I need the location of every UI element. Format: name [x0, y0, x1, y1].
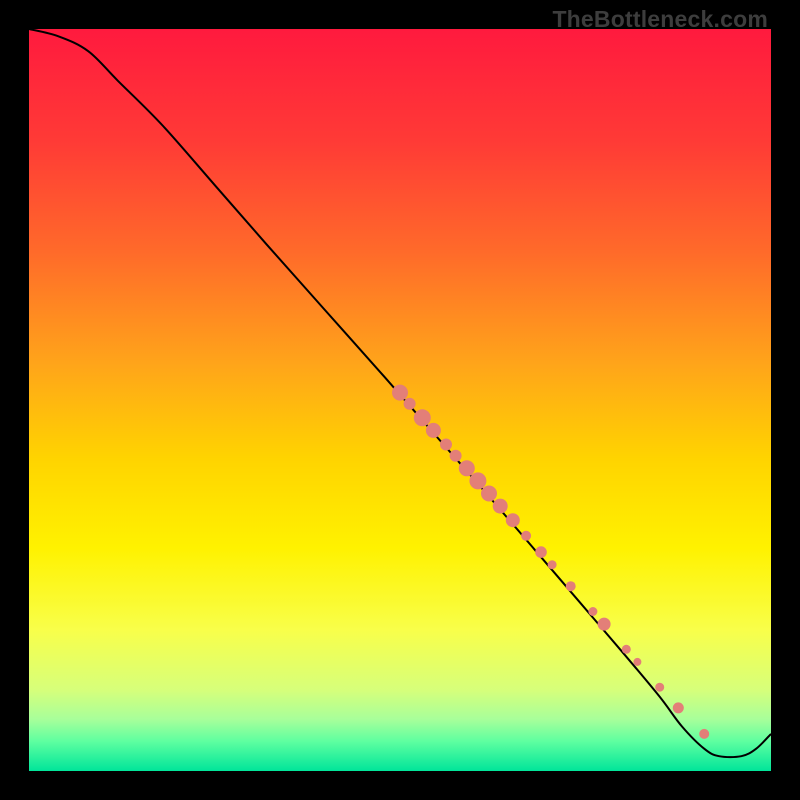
data-point	[521, 531, 531, 541]
data-point	[493, 499, 508, 514]
data-points-group	[392, 385, 709, 739]
data-point	[598, 618, 611, 631]
data-point	[481, 486, 497, 502]
data-point	[588, 607, 597, 616]
data-point	[566, 581, 576, 591]
data-point	[655, 683, 664, 692]
data-point	[404, 398, 416, 410]
data-point	[414, 409, 431, 426]
data-point	[622, 645, 631, 654]
data-point	[426, 423, 441, 438]
data-point	[548, 560, 557, 569]
data-point	[535, 546, 547, 558]
plot-area	[29, 29, 771, 771]
data-point	[392, 385, 408, 401]
outer-frame: TheBottleneck.com	[0, 0, 800, 800]
data-point	[440, 439, 452, 451]
data-point	[633, 658, 641, 666]
data-point	[506, 513, 520, 527]
data-point	[450, 450, 462, 462]
data-point	[699, 729, 709, 739]
chart-svg	[29, 29, 771, 771]
data-point	[469, 472, 486, 489]
data-point	[459, 460, 475, 476]
data-point	[673, 702, 684, 713]
